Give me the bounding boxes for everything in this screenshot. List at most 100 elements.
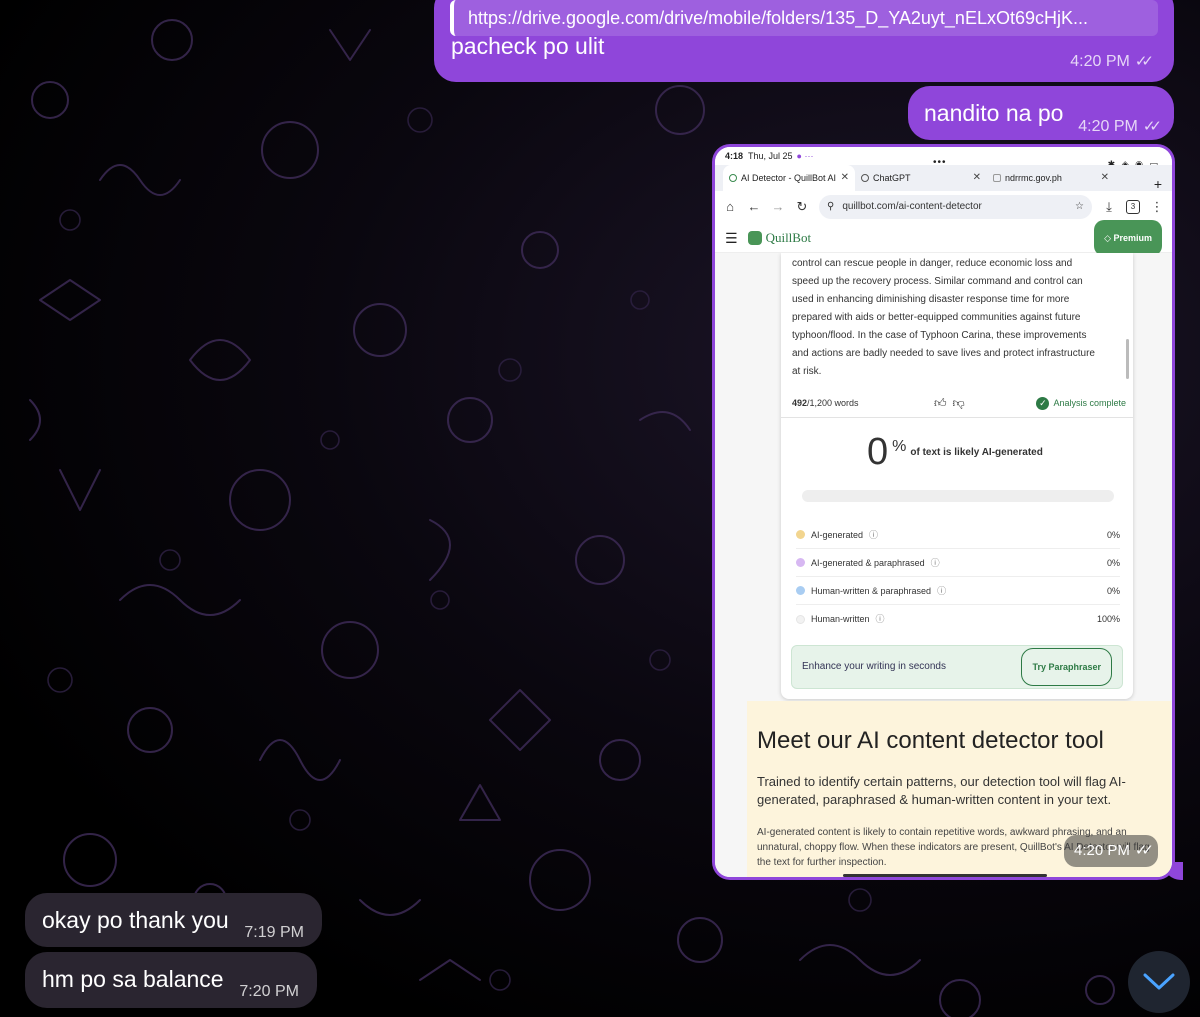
category-row: AI-generated & paraphrased ⓘ 0%: [796, 549, 1120, 577]
input-text-area[interactable]: control can rescue people in danger, red…: [792, 255, 1098, 381]
address-bar[interactable]: ⚲ quillbot.com/ai-content-detector ☆: [819, 195, 1092, 219]
detector-card: control can rescue people in danger, red…: [781, 253, 1133, 699]
category-dot: [796, 530, 805, 539]
category-row: Human-written & paraphrased ⓘ 0%: [796, 577, 1120, 605]
quillbot-header: ☰ QuillBot ◇ Premium: [715, 219, 1172, 256]
close-tab-icon[interactable]: ✕: [841, 165, 849, 191]
info-icon[interactable]: ⓘ: [937, 577, 946, 605]
category-value: 0%: [1106, 529, 1120, 540]
category-label: Human-written: [811, 614, 870, 624]
tab-label: AI Detector - QuillBot AI: [741, 173, 837, 183]
tab-label: ndrrmc.gov.ph: [1005, 173, 1062, 183]
site-settings-icon[interactable]: ⚲: [827, 193, 834, 221]
page-favicon-icon: [993, 174, 1001, 182]
info-icon[interactable]: ⓘ: [869, 521, 878, 549]
back-arrow-icon[interactable]: ←: [747, 193, 761, 221]
gesture-nav-handle: [843, 874, 1047, 877]
link-url[interactable]: https://drive.google.com/drive/mobile/fo…: [468, 8, 1088, 28]
message-text: nandito na po: [924, 100, 1064, 126]
category-label: Human-written & paraphrased: [811, 585, 932, 596]
analysis-status: ✓ Analysis complete: [1036, 389, 1126, 417]
category-label: AI-generated & paraphrased: [811, 557, 925, 568]
read-checkmarks-icon: ✓✓: [1134, 53, 1154, 70]
category-row: Human-written ⓘ 100%: [796, 605, 1120, 633]
category-value: 0%: [1106, 557, 1120, 568]
bookmark-star-icon[interactable]: ☆: [1075, 193, 1084, 221]
home-icon[interactable]: ⌂: [723, 193, 737, 221]
message-meta: 4:20 PM ✓✓: [1078, 113, 1162, 141]
message-time: 4:20 PM: [1070, 53, 1130, 70]
new-tab-icon[interactable]: +: [1154, 170, 1162, 198]
browser-tab-strip: AI Detector - QuillBot AI ✕ ChatGPT ✕ nd…: [715, 165, 1172, 192]
premium-button[interactable]: ◇ Premium: [1094, 219, 1162, 256]
category-value: 100%: [1096, 614, 1120, 624]
info-icon[interactable]: ⓘ: [876, 605, 885, 633]
download-icon[interactable]: ⤓: [1102, 193, 1116, 221]
premium-label: Premium: [1113, 232, 1152, 243]
category-dot: [796, 614, 805, 624]
category-dot: [796, 558, 805, 567]
score-value: 0: [867, 431, 889, 473]
score-progress-bar: [802, 490, 1114, 502]
category-dot: [796, 586, 805, 595]
browser-tab-quillbot[interactable]: AI Detector - QuillBot AI ✕: [723, 165, 855, 191]
word-count-row: 492/1,200 words 👍︎👎︎ ✓ Analysis complete: [792, 393, 1126, 413]
text-scrollbar[interactable]: [1126, 339, 1129, 379]
browser-tab-ndrrmc[interactable]: ndrrmc.gov.ph ✕: [987, 165, 1115, 191]
page-content: control can rescue people in danger, red…: [715, 253, 1172, 877]
quillbot-logo[interactable]: QuillBot: [747, 224, 812, 252]
word-count: 492/1,200 words: [792, 398, 859, 408]
category-breakdown: AI-generated ⓘ 0% AI-generated & paraphr…: [796, 521, 1120, 633]
reload-icon[interactable]: ↻: [795, 193, 809, 221]
score-percent: %: [892, 438, 907, 455]
scroll-to-bottom-button[interactable]: [1128, 951, 1190, 1013]
read-checkmarks-icon: ✓✓: [1134, 842, 1154, 859]
close-tab-icon[interactable]: ✕: [1101, 165, 1109, 191]
close-tab-icon[interactable]: ✕: [973, 165, 981, 191]
divider: [781, 417, 1133, 418]
message-text: pacheck po ulit: [451, 33, 605, 59]
check-icon: ✓: [1036, 396, 1050, 410]
browser-tab-chatgpt[interactable]: ChatGPT ✕: [855, 165, 987, 191]
quillbot-logo-icon: [747, 230, 762, 245]
category-value: 0%: [1106, 585, 1120, 596]
message-time: 4:20 PM: [1073, 842, 1130, 859]
promo-paragraph: Trained to identify certain patterns, ou…: [757, 774, 1126, 807]
ai-score: 0 % of text is likely AI-generated: [867, 433, 1043, 471]
enhance-banner: Enhance your writing in seconds Try Para…: [791, 645, 1123, 689]
promo-title: Meet our AI content detector tool: [757, 727, 1104, 754]
tab-label: ChatGPT: [873, 173, 911, 183]
phone-status-bar: 4:18 Thu, Jul 25 ● ··· ••• ✱ ◈ ◉ ▭: [715, 147, 1172, 169]
category-row: AI-generated ⓘ 0%: [796, 521, 1120, 549]
outgoing-image-message[interactable]: 4:18 Thu, Jul 25 ● ··· ••• ✱ ◈ ◉ ▭ AI De…: [712, 144, 1183, 880]
outgoing-message[interactable]: nandito na po 4:20 PM ✓✓: [908, 86, 1174, 140]
enhance-text: Enhance your writing in seconds: [802, 661, 946, 672]
link-preview[interactable]: https://drive.google.com/drive/mobile/fo…: [450, 0, 1158, 36]
try-paraphraser-button[interactable]: Try Paraphraser: [1021, 648, 1112, 686]
message-time: 7:20 PM: [239, 983, 299, 1000]
brand-name: QuillBot: [765, 229, 812, 245]
hamburger-menu-icon[interactable]: ☰: [725, 224, 738, 252]
incoming-message[interactable]: okay po thank you 7:19 PM: [25, 893, 322, 947]
feedback-thumbs-icon[interactable]: 👍︎👎︎: [934, 389, 971, 417]
message-text: okay po thank you: [42, 907, 229, 933]
message-time: 4:20 PM: [1078, 118, 1138, 135]
forward-arrow-icon[interactable]: →: [771, 193, 785, 221]
score-label: of text is likely AI-generated: [910, 447, 1043, 458]
message-meta: 4:20 PM ✓✓: [1063, 835, 1158, 867]
category-label: AI-generated: [811, 529, 864, 540]
attached-screenshot[interactable]: 4:18 Thu, Jul 25 ● ··· ••• ✱ ◈ ◉ ▭ AI De…: [715, 147, 1172, 877]
browser-toolbar: ⌂ ← → ↻ ⚲ quillbot.com/ai-content-detect…: [715, 191, 1172, 223]
message-text: hm po sa balance: [42, 966, 224, 992]
address-url: quillbot.com/ai-content-detector: [842, 201, 982, 212]
analysis-label: Analysis complete: [1053, 398, 1126, 408]
outgoing-link-message[interactable]: https://drive.google.com/drive/mobile/fo…: [434, 0, 1174, 82]
read-checkmarks-icon: ✓✓: [1142, 118, 1162, 135]
chevron-down-icon: [1143, 973, 1175, 990]
quillbot-favicon-icon: [729, 174, 737, 182]
incoming-message[interactable]: hm po sa balance 7:20 PM: [25, 952, 317, 1008]
chatgpt-favicon-icon: [861, 174, 869, 182]
tab-switcher-button[interactable]: 3: [1126, 200, 1140, 214]
info-icon[interactable]: ⓘ: [931, 549, 940, 577]
message-time: 7:19 PM: [244, 924, 304, 941]
